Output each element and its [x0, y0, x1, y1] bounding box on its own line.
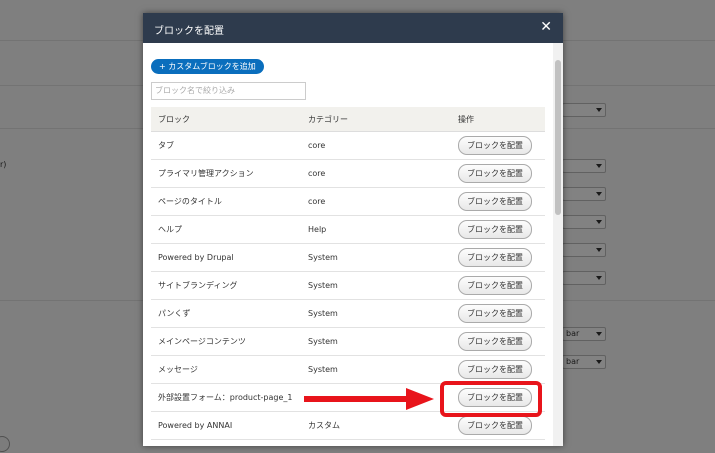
- block-category: System: [308, 327, 458, 356]
- place-block-button[interactable]: ブロックを配置: [458, 164, 532, 183]
- place-block-button[interactable]: ブロックを配置: [458, 192, 532, 211]
- operation-cell: ブロックを配置: [458, 243, 545, 272]
- table-row: ページのタイトル core ブロックを配置: [151, 187, 545, 216]
- add-custom-block-button[interactable]: + カスタムブロックを追加: [151, 59, 264, 74]
- block-category: core: [308, 131, 458, 160]
- table-row: プライマリ管理アクション core ブロックを配置: [151, 159, 545, 188]
- dialog-title: ブロックを配置: [154, 26, 224, 37]
- place-block-button[interactable]: ブロックを配置: [458, 248, 532, 267]
- operation-cell: ブロックを配置: [458, 355, 545, 384]
- operation-cell: ブロックを配置: [458, 271, 545, 300]
- scrollbar-thumb[interactable]: [555, 60, 561, 215]
- place-block-button[interactable]: ブロックを配置: [458, 276, 532, 295]
- table-row: パンくず System ブロックを配置: [151, 299, 545, 328]
- block-name: タブ: [151, 131, 308, 160]
- block-category: カスタム: [308, 411, 458, 440]
- block-name: メインページコンテンツ: [151, 327, 308, 356]
- operation-cell: ブロックを配置: [458, 299, 545, 328]
- annotation-arrow: [304, 396, 408, 402]
- block-name: Powered by ANNAI: [151, 411, 308, 440]
- table-row: タブ core ブロックを配置: [151, 131, 545, 160]
- table-row: Powered by Drupal System ブロックを配置: [151, 243, 545, 272]
- table-row: ヘルプ Help ブロックを配置: [151, 215, 545, 244]
- dialog-scrollbar[interactable]: [553, 43, 563, 446]
- block-category: Help: [308, 215, 458, 244]
- column-header-operation: 操作: [458, 107, 545, 132]
- block-category: System: [308, 355, 458, 384]
- block-name: Powered by Drupal: [151, 243, 308, 272]
- operation-cell: ブロックを配置: [458, 159, 545, 188]
- table-row: メッセージ System ブロックを配置: [151, 355, 545, 384]
- place-block-button[interactable]: ブロックを配置: [458, 304, 532, 323]
- close-icon[interactable]: ✕: [540, 19, 552, 35]
- annotation-highlight-box: [440, 381, 542, 417]
- place-block-button[interactable]: ブロックを配置: [458, 136, 532, 155]
- block-name: 外部設置フォーム：product-page_1: [151, 383, 308, 412]
- column-header-block: ブロック: [151, 107, 308, 132]
- column-header-category: カテゴリー: [308, 107, 458, 132]
- operation-cell: ブロックを配置: [458, 327, 545, 356]
- dialog-titlebar: ブロックを配置 ✕: [143, 13, 563, 43]
- block-name: プライマリ管理アクション: [151, 159, 308, 188]
- place-block-button[interactable]: ブロックを配置: [458, 416, 532, 435]
- block-name: サイトブランディング: [151, 271, 308, 300]
- annotation-arrow-head: [406, 388, 434, 410]
- block-category: core: [308, 187, 458, 216]
- place-block-button[interactable]: ブロックを配置: [458, 332, 532, 351]
- block-name: ヘルプ: [151, 215, 308, 244]
- block-name: メッセージ: [151, 355, 308, 384]
- operation-cell: ブロックを配置: [458, 215, 545, 244]
- place-block-button[interactable]: ブロックを配置: [458, 220, 532, 239]
- block-filter-input[interactable]: ブロック名で絞り込み: [151, 82, 306, 100]
- table-header-row: ブロック カテゴリー 操作: [151, 107, 545, 132]
- block-category: System: [308, 299, 458, 328]
- block-category: System: [308, 243, 458, 272]
- place-block-button[interactable]: ブロックを配置: [458, 360, 532, 379]
- table-row: サイトブランディング System ブロックを配置: [151, 271, 545, 300]
- block-name: パンくず: [151, 299, 308, 328]
- block-category: System: [308, 271, 458, 300]
- table-row: メインページコンテンツ System ブロックを配置: [151, 327, 545, 356]
- block-category: core: [308, 159, 458, 188]
- operation-cell: ブロックを配置: [458, 187, 545, 216]
- operation-cell: ブロックを配置: [458, 131, 545, 160]
- block-name: ページのタイトル: [151, 187, 308, 216]
